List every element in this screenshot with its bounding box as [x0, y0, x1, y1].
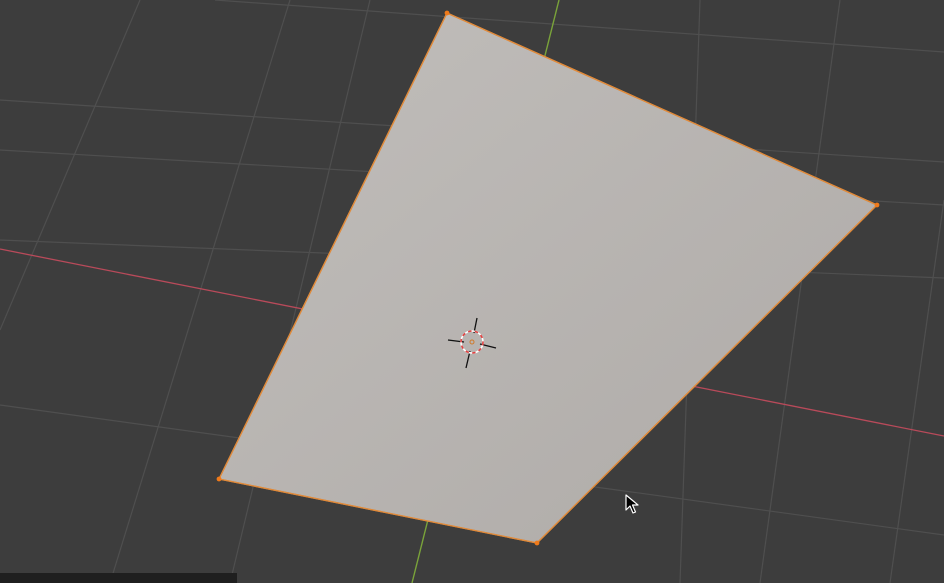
3d-viewport[interactable] — [0, 0, 944, 583]
status-bar-strip — [0, 573, 237, 583]
grid-line — [0, 0, 141, 331]
grid-line — [889, 199, 944, 583]
mesh-vertex[interactable] — [534, 540, 540, 546]
grid-line — [109, 0, 291, 583]
mesh-vertex[interactable] — [216, 476, 222, 482]
mesh-vertex[interactable] — [874, 202, 880, 208]
mesh-vertex[interactable] — [444, 10, 450, 16]
viewport-canvas[interactable] — [0, 0, 944, 583]
mouse-pointer-icon — [625, 494, 639, 514]
grid-line — [214, 0, 944, 53]
